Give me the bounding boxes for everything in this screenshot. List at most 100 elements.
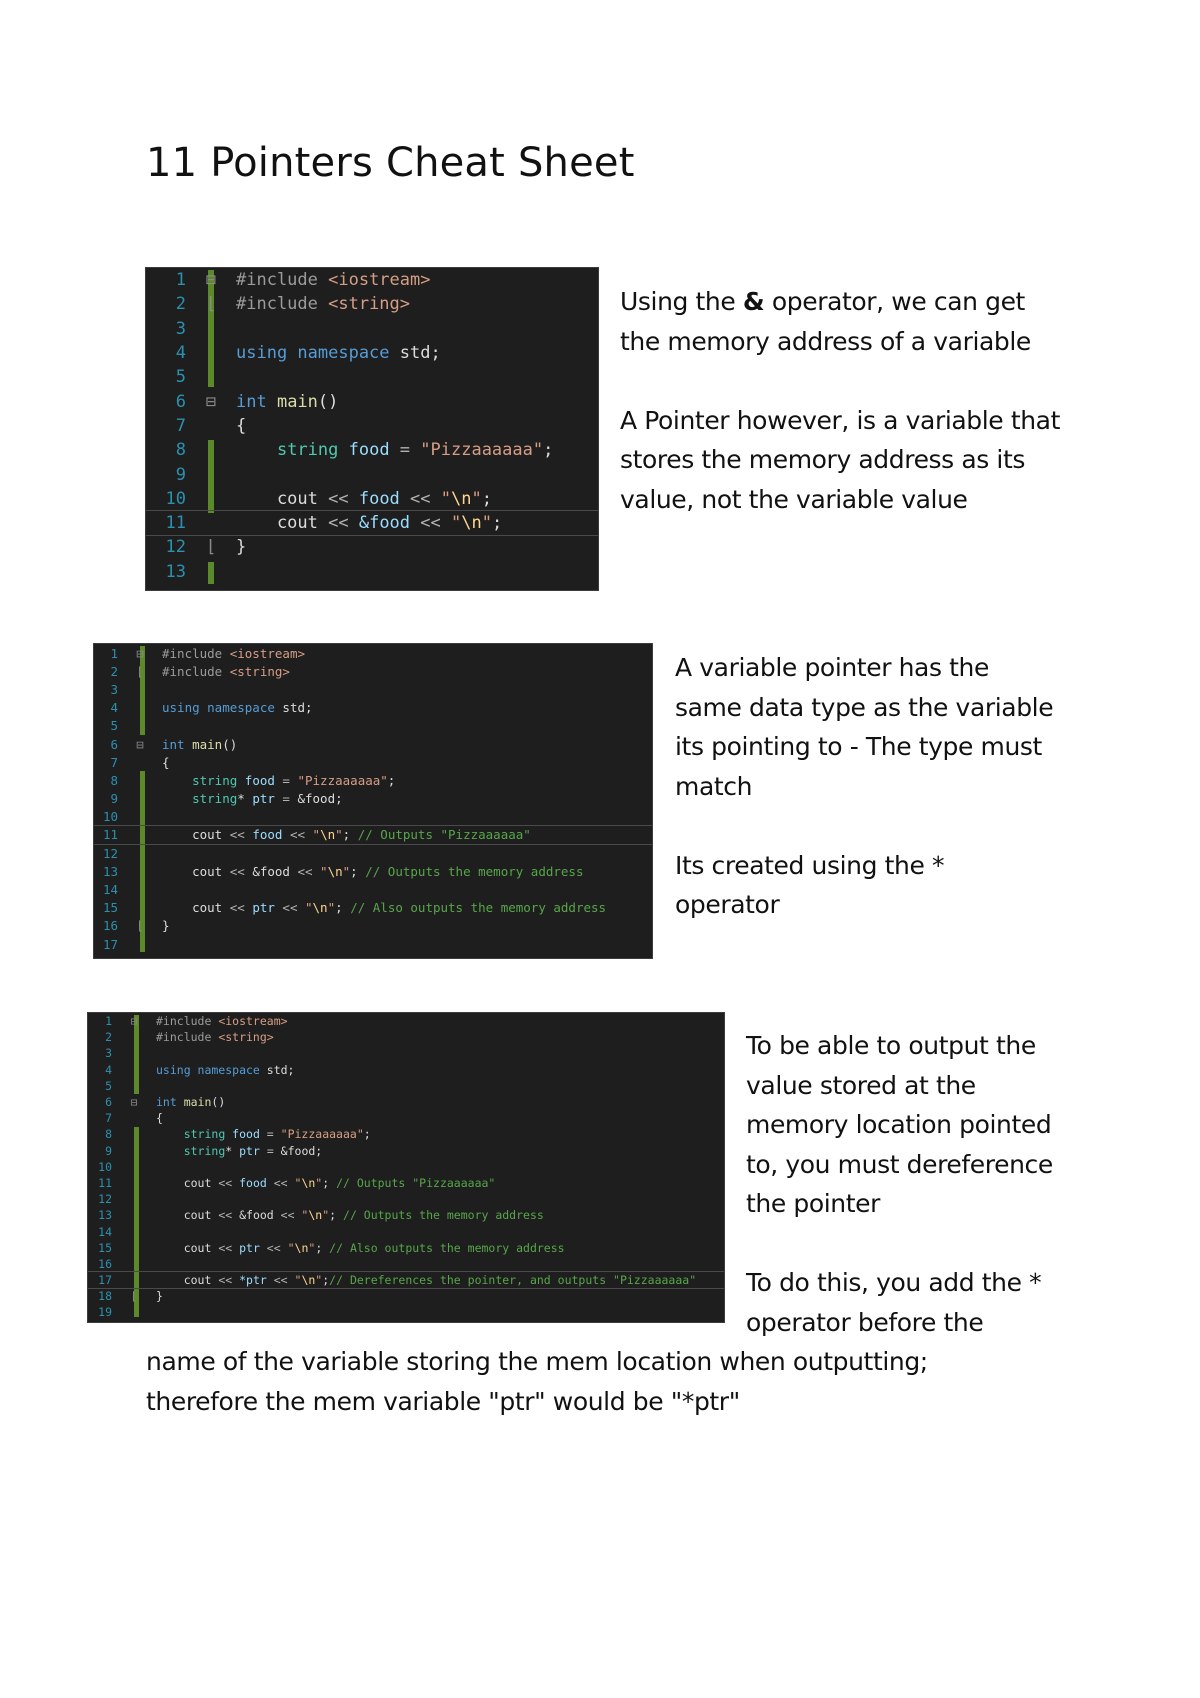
line-number: 11 <box>102 827 118 843</box>
code-line: 18 ⌊} <box>88 1288 724 1304</box>
code-token: \n <box>320 827 336 843</box>
code-line: 7{ <box>146 414 598 438</box>
code-token: cout <box>236 488 329 509</box>
line-number: 15 <box>102 900 118 916</box>
fold-toggle-icon[interactable]: ⊟ <box>186 270 236 290</box>
code-text: string* ptr = &food; <box>156 1144 724 1158</box>
code-token: " <box>320 863 328 879</box>
line-number: 12 <box>98 1192 112 1207</box>
code-token: #include <box>236 294 329 315</box>
line-number: 1 <box>110 645 118 661</box>
fold-toggle-icon[interactable]: ⊟ <box>118 646 162 661</box>
code-line: 13 cout << &food << "\n"; // Outputs the… <box>94 862 652 880</box>
fold-toggle-icon[interactable]: ⊟ <box>186 392 236 412</box>
code-token: << <box>229 863 253 879</box>
code-token: } <box>236 537 247 558</box>
code-token: = <box>389 440 421 461</box>
code-text: cout << *ptr << "\n";// Dereferences the… <box>156 1273 724 1287</box>
code-token: " <box>471 488 482 509</box>
code-token: cout <box>162 900 230 916</box>
code-text: #include <string> <box>162 664 652 679</box>
line-number: 1 <box>105 1014 112 1029</box>
line-number: 13 <box>98 1208 112 1223</box>
code-token: " <box>440 488 451 509</box>
code-line: 6 ⊟ int main() <box>94 735 652 753</box>
code-text: { <box>162 755 652 770</box>
code-line: 9 string* ptr = &food; <box>88 1143 724 1159</box>
code-line: 8 string food = "Pizzaaaaaa"; <box>88 1126 724 1142</box>
line-number: 13 <box>102 863 118 879</box>
code-line-current: 11 cout << &food << "\n"; <box>146 509 598 537</box>
code-token: ptr <box>252 791 275 807</box>
line-number: 7 <box>105 1111 112 1126</box>
code-screenshot-pointer-declaration: 1 ⊟ #include <iostream> 2 ⌊ #include <string>… <box>93 643 653 959</box>
line-number: 9 <box>105 1143 112 1158</box>
code-token: \n <box>327 863 343 879</box>
code-line: 7{ <box>88 1110 724 1126</box>
continuation-line: name of the variable storing the mem loc… <box>146 1347 928 1376</box>
code-token: \n <box>461 513 482 534</box>
code-token: cout <box>156 1240 219 1255</box>
code-line: 14 <box>88 1223 724 1239</box>
code-line: 5 <box>88 1078 724 1094</box>
code-line: 10 <box>94 808 652 826</box>
line-number: 4 <box>105 1062 112 1077</box>
code-token: << <box>282 900 305 916</box>
code-token: <iostream> <box>229 645 305 661</box>
line-number: 8 <box>105 1127 112 1142</box>
explanation-dereference: To be able to output the value stored at… <box>746 1026 1186 1342</box>
code-text: } <box>162 918 652 933</box>
line-number: 13 <box>165 561 186 582</box>
line-number: 6 <box>105 1095 112 1110</box>
line-number: 7 <box>110 754 118 770</box>
code-token: #include <box>162 645 230 661</box>
line-number: 2 <box>105 1030 112 1045</box>
fold-end-icon: ⌊ <box>205 537 217 558</box>
code-token: ; <box>350 863 366 879</box>
code-token: <iostream> <box>218 1014 288 1029</box>
code-token: << <box>229 827 253 843</box>
code-line-current: 17 cout << *ptr << "\n";// Dereferences … <box>88 1270 724 1290</box>
code-text: using namespace std; <box>156 1063 724 1077</box>
code-text: #include <iostream> <box>162 646 652 661</box>
code-token: << <box>273 1273 295 1288</box>
code-text: int main() <box>162 737 652 752</box>
code-text: cout << &food << "\n"; <box>236 513 598 533</box>
code-token: std; <box>266 1062 295 1077</box>
code-line: 14 <box>94 880 652 898</box>
code-line: 11 cout << food << "\n"; // Outputs "Piz… <box>88 1175 724 1191</box>
code-token: food <box>348 440 390 461</box>
code-token: string <box>192 772 245 788</box>
code-token: // Also outputs the memory address <box>350 900 607 916</box>
code-line: 15 cout << ptr << "\n"; // Also outputs … <box>88 1240 724 1256</box>
page-title: 11 Pointers Cheat Sheet <box>146 140 635 186</box>
code-token: << <box>229 900 253 916</box>
code-token: << <box>297 863 321 879</box>
code-token: using namespace <box>156 1062 267 1077</box>
code-text: #include <iostream> <box>236 270 598 290</box>
code-token: "Pizzaaaaaa" <box>297 772 388 788</box>
code-token: ; <box>387 772 396 788</box>
code-token: \n <box>301 1273 316 1288</box>
code-token: std; <box>282 700 313 716</box>
code-token: \n <box>294 1240 309 1255</box>
code-line: 16 ⌊} <box>94 917 652 935</box>
code-line: 16 <box>88 1256 724 1272</box>
code-token: cout <box>236 513 329 534</box>
fold-toggle-icon[interactable]: ⊟ <box>118 737 162 752</box>
code-token: ptr <box>252 900 283 916</box>
code-token: () <box>317 391 339 412</box>
code-text: { <box>156 1111 724 1125</box>
code-line: 1 ⊟ #include <iostream> <box>88 1013 724 1029</box>
fold-toggle-icon[interactable]: ⊟ <box>112 1095 156 1109</box>
code-text: int main() <box>236 392 598 412</box>
code-line: 5 <box>146 365 598 389</box>
code-token: ; <box>363 1127 371 1142</box>
fold-toggle-icon[interactable]: ⊟ <box>112 1014 156 1028</box>
line-number: 9 <box>110 791 118 807</box>
code-token: <string> <box>218 1030 274 1045</box>
code-token: ; <box>481 488 492 509</box>
line-number: 1 <box>175 270 186 291</box>
paragraph-star-operator: Its created using the * operator <box>675 850 945 920</box>
